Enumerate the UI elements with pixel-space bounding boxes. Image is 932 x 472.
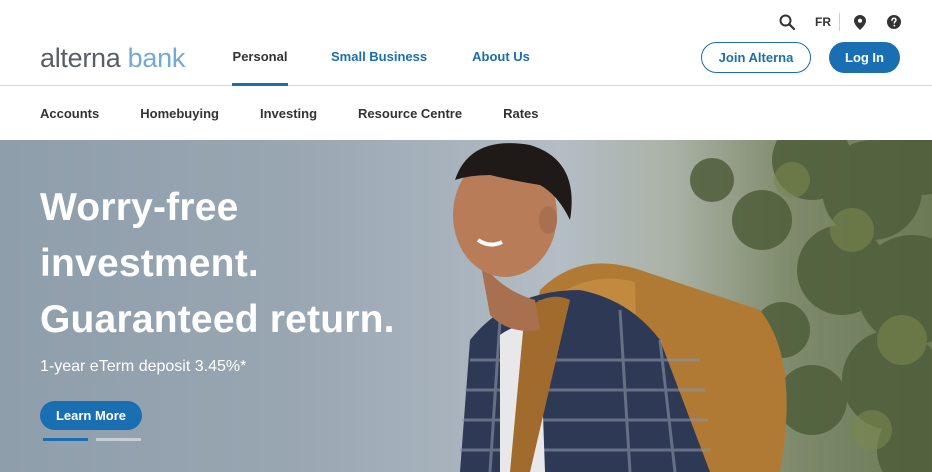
hiker-photo (453, 143, 787, 472)
sub-navigation: Accounts Homebuying Investing Resource C… (0, 86, 932, 140)
site-header: alterna bank FR Personal Small Business … (0, 0, 932, 86)
hero-banner: Worry-free investment. Guaranteed return… (0, 140, 932, 472)
log-in-button[interactable]: Log In (829, 42, 900, 73)
carousel-indicator-2[interactable] (96, 438, 141, 441)
language-toggle[interactable]: FR (807, 15, 839, 29)
subnav-item-accounts[interactable]: Accounts (40, 106, 99, 121)
subnav-item-homebuying[interactable]: Homebuying (140, 106, 219, 121)
tab-about-us[interactable]: About Us (472, 40, 530, 86)
main-navigation: Personal Small Business About Us (232, 40, 575, 86)
carousel-indicator-1[interactable] (43, 438, 88, 441)
carousel-indicators (43, 438, 149, 441)
logo-text-bank: bank (127, 43, 186, 73)
tab-small-business[interactable]: Small Business (331, 40, 427, 86)
tab-personal[interactable]: Personal (232, 40, 288, 86)
hero-headline: Worry-free investment. Guaranteed return… (40, 180, 395, 348)
learn-more-button[interactable]: Learn More (40, 401, 142, 430)
location-pin-icon[interactable] (850, 12, 870, 32)
subnav-item-investing[interactable]: Investing (260, 106, 317, 121)
join-alterna-button[interactable]: Join Alterna (701, 42, 811, 73)
alterna-bank-logo[interactable]: alterna bank (40, 43, 185, 74)
hero-headline-line-3: Guaranteed return. (40, 298, 395, 341)
logo-text-alterna: alterna (40, 43, 121, 73)
hero-headline-line-1: Worry-free (40, 186, 239, 229)
utility-bar: FR (777, 12, 904, 32)
utility-divider (839, 13, 840, 31)
help-icon[interactable] (884, 12, 904, 32)
hero-subtitle: 1-year eTerm deposit 3.45%* (40, 358, 247, 375)
search-icon[interactable] (777, 12, 797, 32)
hero-headline-line-2: investment. (40, 242, 259, 285)
subnav-item-rates[interactable]: Rates (503, 106, 538, 121)
subnav-item-resource-centre[interactable]: Resource Centre (358, 106, 462, 121)
